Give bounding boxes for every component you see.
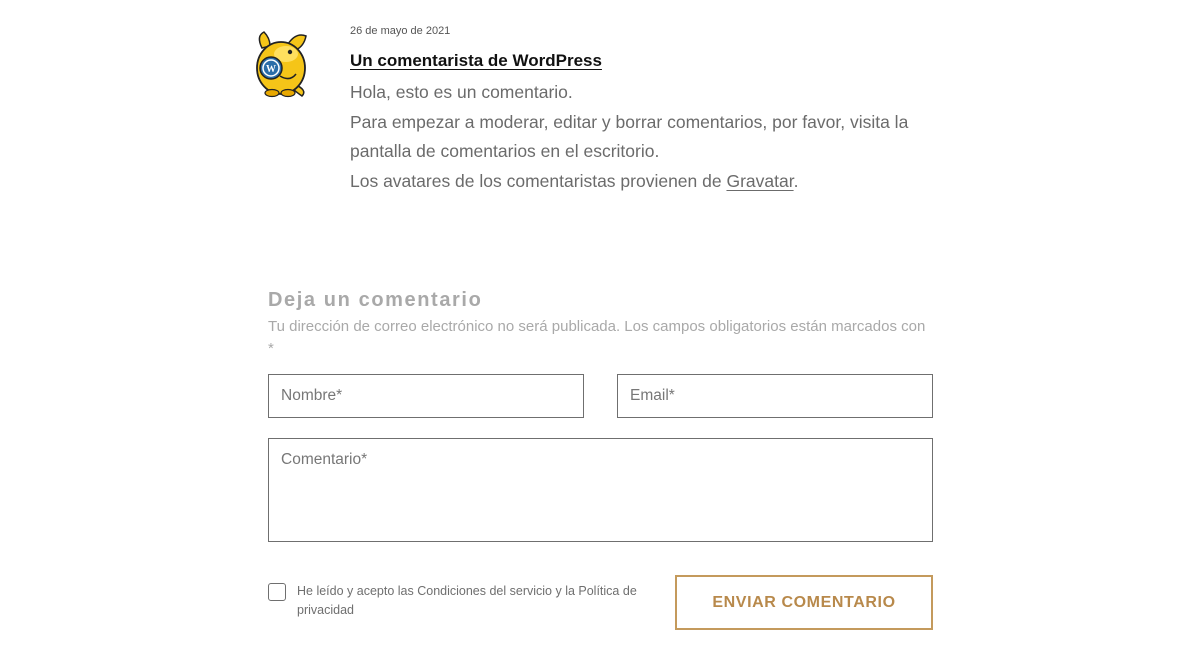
comment-content: Hola, esto es un comentario. Para empeza… <box>350 78 960 196</box>
svg-text:W: W <box>266 64 276 75</box>
reply-title: Deja un comentario <box>268 289 483 311</box>
email-field[interactable] <box>617 374 933 418</box>
reply-notes: Tu dirección de correo electrónico no se… <box>268 318 926 357</box>
comment-date: 26 de mayo de 2021 <box>350 25 451 37</box>
comment-line: Los avatares de los comentaristas provie… <box>350 167 960 197</box>
reply-form: Deja un comentario Tu dirección de corre… <box>268 286 933 630</box>
submit-comment-button[interactable]: ENVIAR COMENTARIO <box>675 575 933 630</box>
comment-line-end: . <box>793 170 799 191</box>
wapuu-avatar-icon: W <box>250 30 312 98</box>
name-field[interactable] <box>268 374 584 418</box>
gravatar-link[interactable]: Gravatar <box>726 171 793 191</box>
page: W 26 de mayo de 2021 Un comentarista de … <box>0 0 1200 661</box>
comment-line-text: Los avatares de los comentaristas provie… <box>350 170 727 191</box>
comment-line: Hola, esto es un comentario. <box>350 82 573 102</box>
comment-line: Para empezar a moderar, editar y borrar … <box>350 111 909 162</box>
consent-checkbox[interactable] <box>268 583 286 601</box>
comment-author-link[interactable]: Un comentarista de WordPress <box>350 50 602 72</box>
comment-field[interactable] <box>268 438 933 542</box>
comment-body: 26 de mayo de 2021 Un comentarista de Wo… <box>350 22 960 196</box>
consent-label: He leído y acepto las Condiciones del se… <box>297 584 637 617</box>
